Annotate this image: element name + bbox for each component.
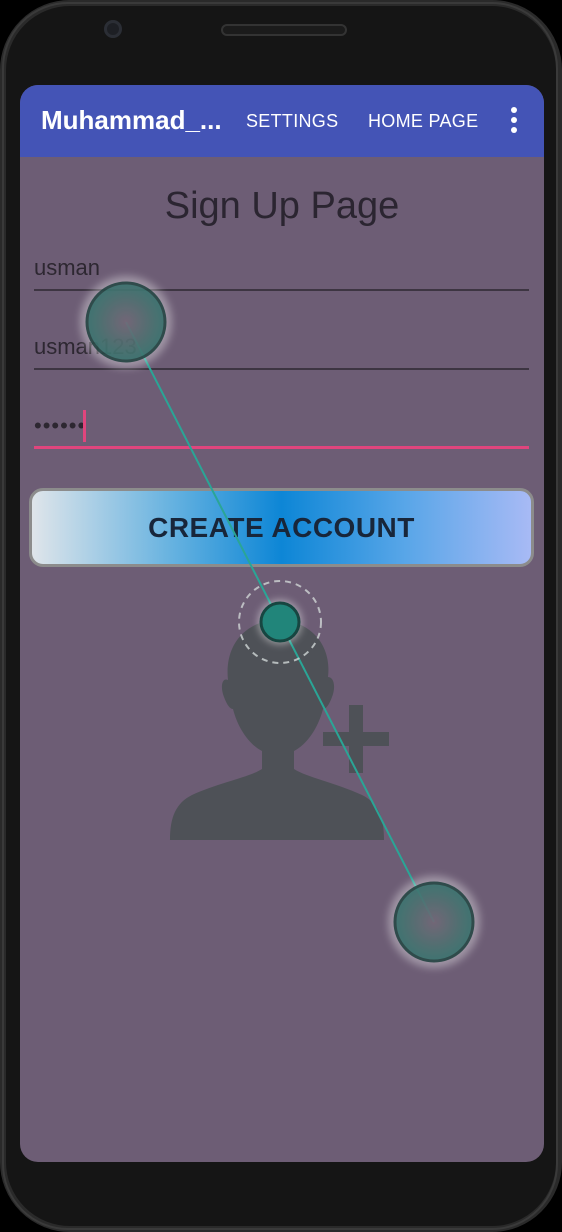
phone-device: Muhammad_... SETTINGS HOME PAGE Sign Up … <box>0 0 562 1232</box>
email-input[interactable] <box>34 326 529 370</box>
app-bar: Muhammad_... SETTINGS HOME PAGE <box>20 85 544 157</box>
front-camera <box>104 20 122 38</box>
create-account-button[interactable]: CREATE ACCOUNT <box>29 488 534 567</box>
more-vert-icon[interactable] <box>504 107 524 135</box>
home-page-menu-item[interactable]: HOME PAGE <box>368 111 478 132</box>
username-input[interactable] <box>34 247 529 291</box>
password-input[interactable] <box>34 405 529 449</box>
add-user-icon <box>170 620 389 840</box>
app-title: Muhammad_... <box>41 105 222 135</box>
earpiece-speaker <box>221 24 347 36</box>
app-screen: Muhammad_... SETTINGS HOME PAGE Sign Up … <box>20 85 544 1162</box>
text-cursor <box>83 410 86 442</box>
page-title: Sign Up Page <box>164 185 400 227</box>
settings-menu-item[interactable]: SETTINGS <box>246 111 338 132</box>
